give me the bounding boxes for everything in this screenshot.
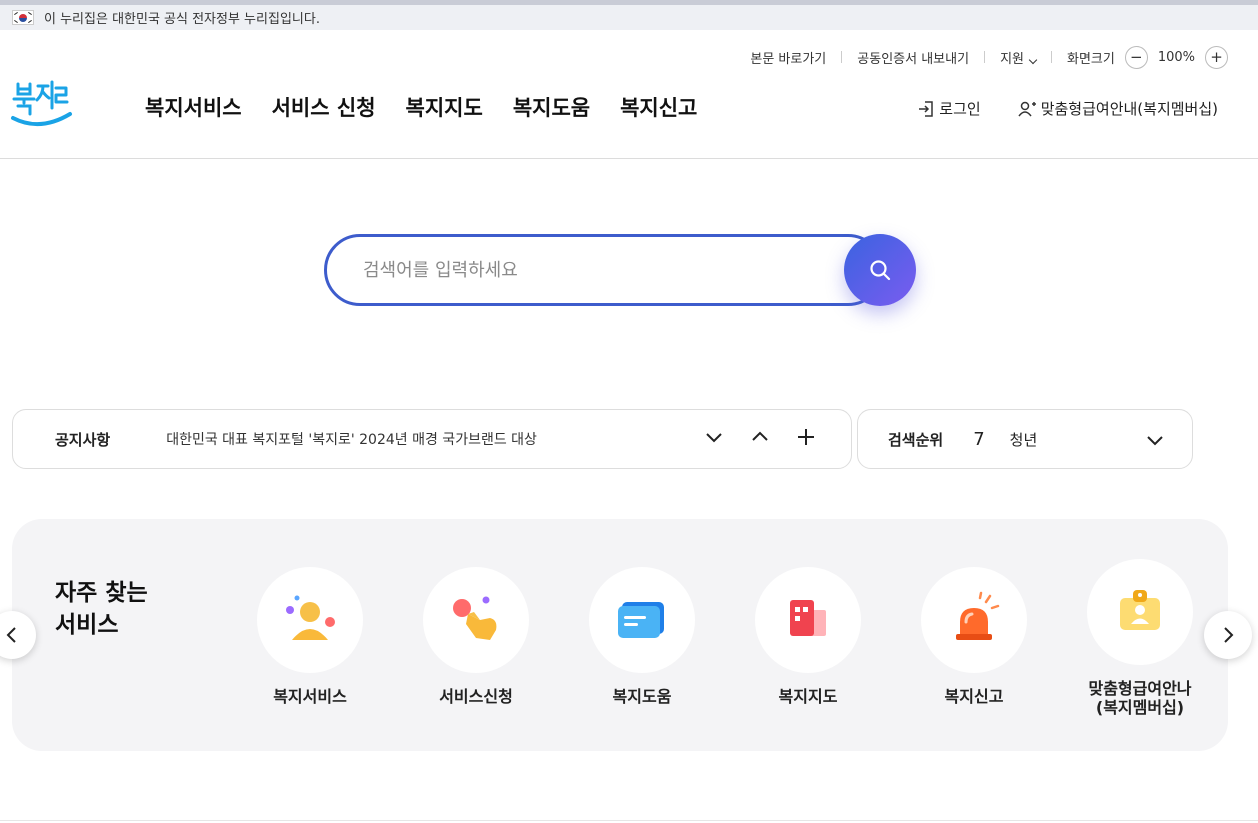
chevron-left-icon [6,627,16,643]
notice-prev-button[interactable] [751,428,769,446]
chevron-right-icon [1224,627,1234,643]
search-icon [870,260,891,281]
login-button[interactable]: 로그인 [917,98,981,119]
search-rank-expand-button[interactable] [1146,431,1164,453]
notice-title: 공지사항 [55,430,111,449]
search-button[interactable] [844,234,916,306]
korea-flag-icon [12,10,34,25]
support-label: 지원 [1000,51,1024,67]
divider [1050,51,1052,63]
service-label: 서비스신청 [439,687,513,706]
search-area [324,234,916,306]
search-rank-title: 검색순위 [888,430,944,449]
notice-text[interactable]: 대한민국 대표 복지포털 '복지로' 2024년 매경 국가브랜드 대상 [166,429,537,449]
nav-welfare-report[interactable]: 복지신고 [620,92,697,122]
membership-button[interactable]: 맞춤형급여안내(복지멤버십) [1017,98,1218,119]
service-label: 복지서비스 [273,687,347,706]
nav-welfare-services[interactable]: 복지서비스 [145,92,242,122]
nav-welfare-map[interactable]: 복지지도 [406,92,483,122]
nav-service-apply[interactable]: 서비스 신청 [272,92,376,122]
utility-bar: 본문 바로가기 공동인증서 내보내기 지원 화면크기 − 100% + [750,45,1228,69]
skip-to-content-link[interactable]: 본문 바로가기 [750,48,826,67]
notice-more-button[interactable] [797,428,815,446]
user-menu: 로그인 맞춤형급여안내(복지멤버십) [917,98,1218,119]
chevron-up-icon [752,431,768,441]
service-item-service-apply[interactable]: 서비스신청 [406,567,546,706]
zoom-in-button[interactable]: + [1205,45,1228,69]
divider [841,51,843,63]
plus-icon [798,429,814,445]
screen-size-label: 화면크기 [1066,51,1115,67]
zoom-out-button[interactable]: − [1124,45,1148,69]
person-icon [257,567,363,673]
service-item-welfare-services[interactable]: 복지서비스 [240,567,380,706]
chevron-down-icon [706,433,722,443]
service-item-welfare-map[interactable]: 복지지도 [738,567,878,706]
service-label: 복지신고 [944,687,1004,706]
service-item-membership[interactable]: 맞춤형급여안나 (복지멤버십) [1070,559,1210,717]
chevron-down-icon [1028,55,1038,64]
favorite-services-panel: 자주 찾는 서비스 복지서비스 서비스신청 복지도움 복지지도 복지신고 맞춤형… [12,519,1228,751]
favorite-services-title: 자주 찾는 서비스 [55,580,148,638]
siren-icon [921,567,1027,673]
divider [984,51,986,63]
cert-export-link[interactable]: 공동인증서 내보내기 [857,48,969,67]
search-rank-keyword[interactable]: 청년 [1010,429,1038,450]
chat-bubble-icon [589,567,695,673]
building-icon [755,567,861,673]
main-nav: 복지서비스 서비스 신청 복지지도 복지도움 복지신고 [145,92,697,122]
zoom-value: 100% [1157,49,1195,65]
service-label: 복지도움 [612,687,672,706]
notice-next-button[interactable] [705,428,723,446]
bokjiro-logo[interactable] [10,78,74,132]
hand-tap-icon [423,567,529,673]
notice-bar: 공지사항 대한민국 대표 복지포털 '복지로' 2024년 매경 국가브랜드 대… [12,409,852,469]
header-divider [0,158,1258,159]
chevron-down-icon [1147,436,1163,446]
service-item-welfare-help[interactable]: 복지도움 [572,567,712,706]
user-plus-icon [1018,101,1036,116]
service-label: 복지지도 [778,687,838,706]
service-label: 맞춤형급여안나 (복지멤버십) [1088,679,1192,717]
id-card-icon [1087,559,1193,665]
search-rank-number: 7 [973,428,985,450]
search-rank-bar: 검색순위 7 청년 [857,409,1193,469]
service-item-welfare-report[interactable]: 복지신고 [904,567,1044,706]
membership-label: 맞춤형급여안내(복지멤버십) [1040,100,1218,118]
login-icon [919,100,934,117]
login-label: 로그인 [939,100,981,118]
support-dropdown[interactable]: 지원 [1000,48,1038,67]
notice-controls [705,428,815,446]
footer-divider [0,820,1258,821]
gov-banner: 이 누리집은 대한민국 공식 전자정부 누리집입니다. [0,0,1258,30]
search-input[interactable] [324,234,884,306]
carousel-next-button[interactable] [1204,611,1252,659]
nav-welfare-help[interactable]: 복지도움 [513,92,590,122]
gov-banner-text: 이 누리집은 대한민국 공식 전자정부 누리집입니다. [44,12,320,27]
